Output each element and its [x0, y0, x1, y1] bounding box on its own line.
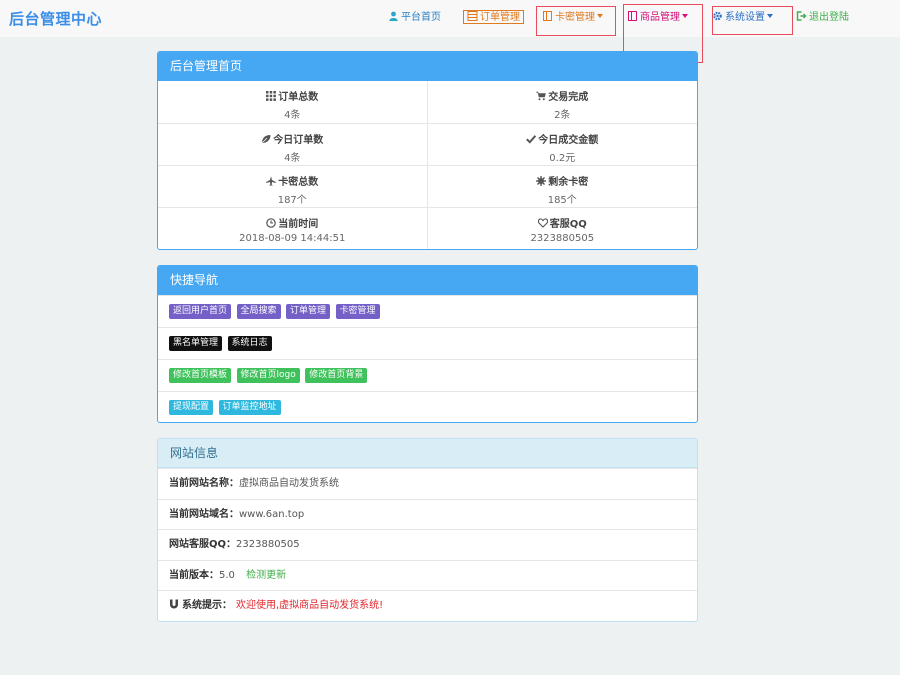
stat-value: 187个	[277, 195, 307, 206]
nav-logout-label: 退出登陆	[809, 12, 849, 23]
logout-icon	[796, 11, 807, 21]
site-qq-label: 网站客服QQ：	[169, 539, 237, 550]
stat-label: 客服QQ	[549, 219, 587, 230]
table-icon	[467, 11, 478, 21]
quicknav-panel: 快捷导航 返回用户首页 全局搜索 订单管理 卡密管理 黑名单管理 系统日志 修改…	[157, 265, 698, 423]
site-domain-label: 当前网站域名：	[169, 508, 239, 520]
stat-label: 剩余卡密	[548, 177, 589, 188]
system-log-button[interactable]: 系统日志	[227, 336, 272, 351]
quicknav-title: 快捷导航	[158, 266, 697, 295]
stat-today-orders: 今日订单数 4条	[158, 123, 428, 165]
nav-order-manage[interactable]: 订单管理	[463, 10, 524, 24]
back-user-home-button[interactable]: 返回用户首页	[169, 304, 232, 319]
system-tip-row: 系统提示： 欢迎使用,虚拟商品自动发货系统!	[158, 590, 697, 621]
site-name-label: 当前网站名称：	[169, 478, 239, 489]
stat-value: 0.2元	[549, 153, 576, 164]
quicknav-row: 提现配置 订单监控地址	[158, 391, 697, 422]
stat-label: 订单总数	[278, 92, 319, 103]
quicknav-row: 黑名单管理 系统日志	[158, 327, 697, 359]
stat-value: 2323880505	[530, 233, 595, 244]
site-version-value: 5.0	[219, 569, 235, 581]
asterisk-icon	[536, 176, 547, 186]
nav-platform-home-label: 平台首页	[401, 12, 441, 23]
brand-title[interactable]: 后台管理中心	[9, 8, 102, 29]
nav-logout[interactable]: 退出登陆	[796, 10, 849, 26]
stat-remaining-cards: 剩余卡密 185个	[427, 165, 697, 207]
stat-total-orders: 订单总数 4条	[158, 81, 428, 123]
nav-system-settings-label: 系统设置	[725, 12, 765, 23]
siteinfo-title: 网站信息	[158, 439, 697, 468]
grid-icon	[266, 91, 277, 101]
dashboard-panel: 后台管理首页 订单总数 4条 交易完成 2条 今日订单数 4条 今日成交金额 0…	[157, 51, 698, 250]
stats-grid: 订单总数 4条 交易完成 2条 今日订单数 4条 今日成交金额 0.2元 卡密总…	[158, 81, 697, 249]
stat-label: 卡密总数	[278, 177, 319, 188]
siteinfo-panel: 网站信息 当前网站名称：虚拟商品自动发货系统 当前网站域名：www.6an.to…	[157, 438, 698, 622]
nav-system-settings[interactable]: 系统设置	[712, 10, 773, 26]
nav-platform-home[interactable]: 平台首页	[388, 10, 441, 26]
magnet-icon	[170, 599, 178, 609]
chevron-down-icon	[767, 14, 773, 18]
blacklist-manage-button[interactable]: 黑名单管理	[169, 336, 223, 351]
stat-completed: 交易完成 2条	[428, 81, 698, 123]
leaf-icon	[261, 135, 271, 144]
edit-home-logo-button[interactable]: 修改首页logo	[236, 368, 300, 383]
user-icon	[389, 11, 398, 21]
check-update-link[interactable]: 检测更新	[246, 570, 286, 581]
stat-label: 交易完成	[548, 92, 589, 103]
stat-value: 4条	[284, 153, 301, 164]
stat-value: 185个	[547, 195, 577, 206]
site-name-value: 虚拟商品自动发货系统	[239, 478, 339, 489]
stat-current-time: 当前时间 2018-08-09 14:44:51	[158, 207, 428, 249]
stat-total-cards: 卡密总数 187个	[158, 165, 428, 207]
cart-icon	[536, 91, 547, 101]
chevron-down-icon	[597, 14, 603, 18]
plane-icon	[266, 176, 277, 186]
site-name-row: 当前网站名称：虚拟商品自动发货系统	[158, 468, 697, 499]
system-tip-value: 欢迎使用,虚拟商品自动发货系统!	[236, 600, 384, 611]
nav-card-manage-label: 卡密管理	[555, 12, 595, 23]
stat-value: 2018-08-09 14:44:51	[239, 233, 346, 244]
heart-icon	[537, 218, 548, 228]
chevron-down-icon	[682, 14, 688, 18]
edit-home-template-button[interactable]: 修改首页模板	[169, 368, 232, 383]
quicknav-row: 返回用户首页 全局搜索 订单管理 卡密管理	[158, 295, 697, 327]
nav-goods-manage[interactable]: 商品管理	[627, 10, 688, 26]
stat-today-amount: 今日成交金额 0.2元	[427, 123, 697, 165]
quicknav-row: 修改首页模板 修改首页logo 修改首页背景	[158, 359, 697, 391]
clock-icon	[266, 218, 277, 228]
site-domain-row: 当前网站域名：www.6an.top	[158, 498, 697, 530]
card-manage-button[interactable]: 卡密管理	[335, 304, 380, 319]
top-navbar: 后台管理中心 平台首页 订单管理 卡密管理 商品管理 系统设置 退出登陆	[0, 0, 900, 63]
site-version-row: 当前版本：5.0 检测更新	[158, 559, 697, 591]
system-tip-label: 系统提示：	[182, 600, 232, 611]
order-manage-button[interactable]: 订单管理	[286, 304, 331, 319]
stat-label: 当前时间	[278, 219, 319, 230]
nav-goods-manage-label: 商品管理	[640, 12, 680, 23]
book-icon	[543, 11, 552, 21]
stat-label: 今日订单数	[273, 135, 324, 146]
edit-home-background-button[interactable]: 修改首页背景	[305, 368, 368, 383]
site-domain-value: www.6an.top	[239, 508, 305, 520]
stat-value: 2条	[554, 110, 571, 121]
check-icon	[526, 135, 537, 144]
stat-service-qq: 客服QQ 2323880505	[427, 207, 697, 249]
dashboard-title: 后台管理首页	[158, 52, 697, 81]
global-search-button[interactable]: 全局搜索	[236, 304, 281, 319]
book-icon	[628, 11, 637, 21]
gear-icon	[713, 11, 722, 21]
site-qq-value: 2323880505	[236, 539, 300, 550]
nav-order-manage-label: 订单管理	[480, 12, 520, 23]
site-qq-row: 网站客服QQ：2323880505	[158, 529, 697, 560]
withdraw-config-button[interactable]: 提现配置	[169, 400, 214, 415]
site-version-label: 当前版本：	[169, 569, 219, 581]
stat-value: 4条	[284, 110, 301, 121]
nav-card-manage[interactable]: 卡密管理	[542, 10, 603, 26]
stat-label: 今日成交金额	[538, 135, 599, 146]
order-monitor-url-button[interactable]: 订单监控地址	[218, 400, 281, 415]
